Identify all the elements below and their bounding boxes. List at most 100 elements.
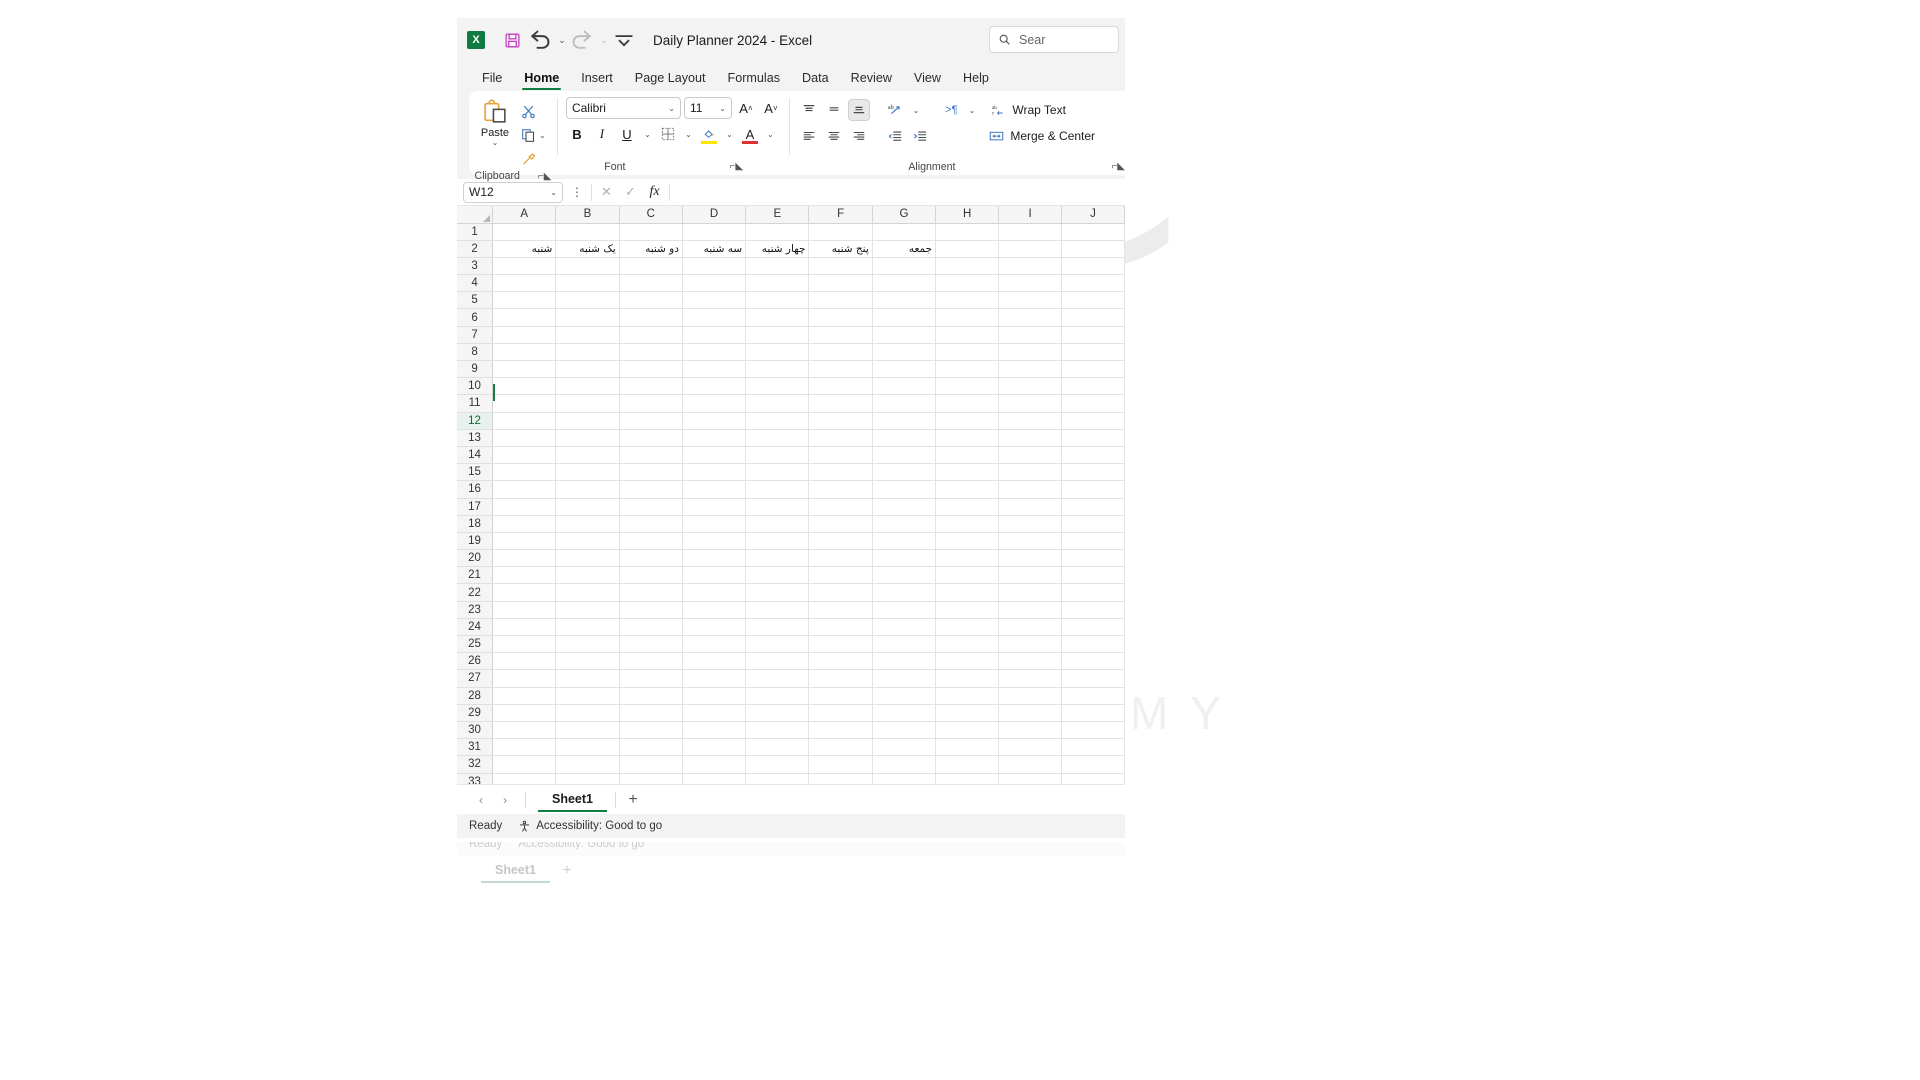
cell-E10[interactable] xyxy=(745,377,810,396)
cell-G23[interactable] xyxy=(872,601,937,619)
cell-G11[interactable] xyxy=(872,394,937,413)
cell-G15[interactable] xyxy=(872,463,937,482)
borders-button[interactable] xyxy=(657,123,679,145)
alignment-dialog-launcher-icon[interactable]: ⌐◣ xyxy=(1111,161,1125,172)
cell-J28[interactable] xyxy=(1061,687,1125,705)
cell-I12[interactable] xyxy=(998,412,1062,430)
cell-D15[interactable] xyxy=(682,463,747,482)
cell-H33[interactable] xyxy=(935,773,1000,784)
cell-I32[interactable] xyxy=(998,755,1062,774)
cell-B21[interactable] xyxy=(555,566,620,585)
cell-G17[interactable] xyxy=(872,498,937,516)
cell-A21[interactable] xyxy=(492,566,557,585)
cell-A29[interactable] xyxy=(492,704,557,722)
cell-H3[interactable] xyxy=(935,257,1000,276)
cell-F28[interactable] xyxy=(808,687,873,705)
cell-J24[interactable] xyxy=(1061,618,1125,637)
font-name-combo[interactable]: Calibri ⌄ xyxy=(565,97,681,119)
cell-F23[interactable] xyxy=(808,601,873,619)
row-header-24[interactable]: 24 xyxy=(457,618,494,637)
cell-E6[interactable] xyxy=(745,308,810,327)
cancel-formula-icon[interactable]: ✕ xyxy=(597,184,616,200)
cell-G1[interactable] xyxy=(872,223,937,241)
cell-G8[interactable] xyxy=(872,343,937,362)
cell-F4[interactable] xyxy=(808,274,873,293)
row-header-29[interactable]: 29 xyxy=(457,704,494,722)
cell-H19[interactable] xyxy=(935,532,1000,551)
cell-C31[interactable] xyxy=(619,738,683,757)
italic-button[interactable]: I xyxy=(591,123,613,145)
cell-A23[interactable] xyxy=(492,601,557,619)
cell-A30[interactable] xyxy=(492,721,557,740)
cell-B26[interactable] xyxy=(555,652,620,671)
cell-A11[interactable] xyxy=(492,394,557,413)
cell-E17[interactable] xyxy=(745,498,810,516)
cell-I5[interactable] xyxy=(998,291,1062,310)
cell-I14[interactable] xyxy=(998,446,1062,465)
cell-B4[interactable] xyxy=(555,274,620,293)
cell-J14[interactable] xyxy=(1061,446,1125,465)
cell-F17[interactable] xyxy=(808,498,873,516)
cell-B2[interactable]: یک شنبه xyxy=(555,240,620,258)
next-sheet-icon[interactable]: › xyxy=(493,793,517,807)
cell-D16[interactable] xyxy=(682,480,747,499)
cell-B23[interactable] xyxy=(555,601,620,619)
cell-C25[interactable] xyxy=(619,635,683,654)
cell-C11[interactable] xyxy=(619,394,683,413)
tab-help[interactable]: Help xyxy=(952,68,1000,91)
cell-J7[interactable] xyxy=(1061,326,1125,344)
column-header-e[interactable]: E xyxy=(745,206,810,224)
cell-D27[interactable] xyxy=(682,669,747,688)
row-header-21[interactable]: 21 xyxy=(457,566,494,585)
cell-C30[interactable] xyxy=(619,721,683,740)
cell-F33[interactable] xyxy=(808,773,873,784)
cell-D25[interactable] xyxy=(682,635,747,654)
cell-H4[interactable] xyxy=(935,274,1000,293)
cell-C32[interactable] xyxy=(619,755,683,774)
search-input[interactable]: Sear xyxy=(989,26,1119,53)
cell-C13[interactable] xyxy=(619,429,683,447)
cell-F13[interactable] xyxy=(808,429,873,447)
cell-H7[interactable] xyxy=(935,326,1000,344)
cell-G5[interactable] xyxy=(872,291,937,310)
cell-F21[interactable] xyxy=(808,566,873,585)
underline-button[interactable]: U xyxy=(616,123,638,145)
add-sheet-button[interactable]: + xyxy=(616,791,650,809)
cell-E26[interactable] xyxy=(745,652,810,671)
cell-H8[interactable] xyxy=(935,343,1000,362)
cell-E19[interactable] xyxy=(745,532,810,551)
cell-H21[interactable] xyxy=(935,566,1000,585)
cell-E21[interactable] xyxy=(745,566,810,585)
row-header-3[interactable]: 3 xyxy=(457,257,494,276)
cell-A1[interactable] xyxy=(492,223,557,241)
cell-G13[interactable] xyxy=(872,429,937,447)
cell-I3[interactable] xyxy=(998,257,1062,276)
cell-I9[interactable] xyxy=(998,360,1062,379)
cell-B19[interactable] xyxy=(555,532,620,551)
cell-A19[interactable] xyxy=(492,532,557,551)
cell-F5[interactable] xyxy=(808,291,873,310)
cell-H27[interactable] xyxy=(935,669,1000,688)
cell-A18[interactable] xyxy=(492,515,557,533)
cell-F9[interactable] xyxy=(808,360,873,379)
cell-A22[interactable] xyxy=(492,583,557,602)
cell-G4[interactable] xyxy=(872,274,937,293)
cell-D9[interactable] xyxy=(682,360,747,379)
row-header-17[interactable]: 17 xyxy=(457,498,494,516)
cell-H28[interactable] xyxy=(935,687,1000,705)
cell-A12[interactable] xyxy=(492,412,557,430)
cell-G21[interactable] xyxy=(872,566,937,585)
cell-B11[interactable] xyxy=(555,394,620,413)
cell-G25[interactable] xyxy=(872,635,937,654)
increase-font-size-icon[interactable]: A ˄ xyxy=(735,97,757,119)
cell-A33[interactable] xyxy=(492,773,557,784)
cell-J22[interactable] xyxy=(1061,583,1125,602)
row-header-31[interactable]: 31 xyxy=(457,738,494,757)
tab-file[interactable]: File xyxy=(471,68,513,91)
cell-J18[interactable] xyxy=(1061,515,1125,533)
font-color-button[interactable]: A xyxy=(739,123,761,145)
cell-F27[interactable] xyxy=(808,669,873,688)
row-header-10[interactable]: 10 xyxy=(457,377,494,396)
tab-insert[interactable]: Insert xyxy=(570,68,624,91)
cell-I20[interactable] xyxy=(998,549,1062,568)
